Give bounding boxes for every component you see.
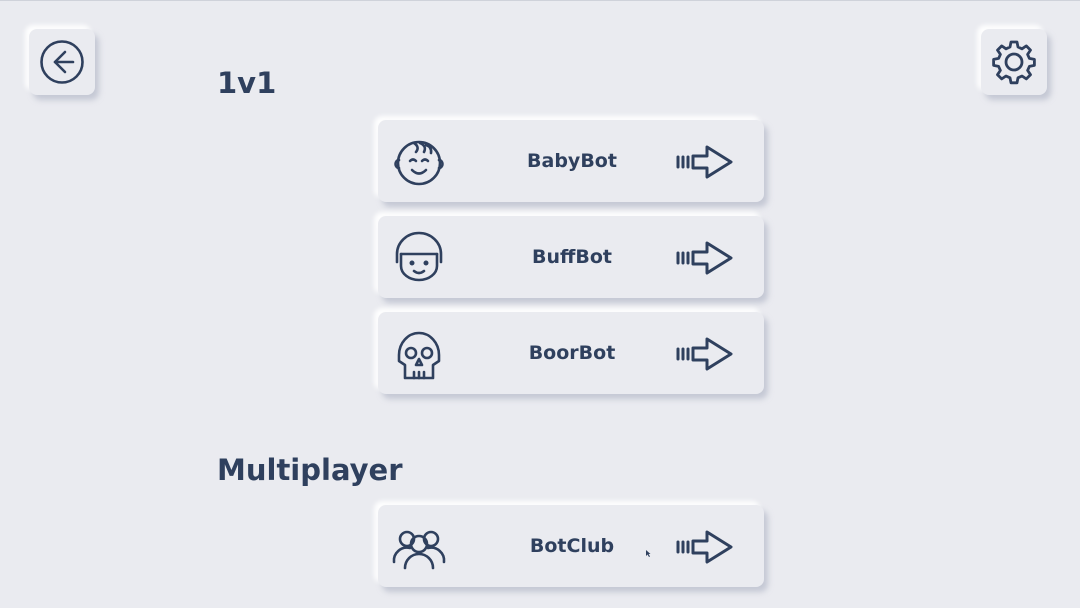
arrow-right-icon bbox=[676, 241, 733, 275]
arrow-right-icon bbox=[676, 337, 733, 371]
baby-face-icon bbox=[394, 140, 444, 186]
back-button[interactable] bbox=[29, 29, 95, 95]
gear-icon bbox=[992, 40, 1036, 85]
bot-name-buffbot: BuffBot bbox=[531, 246, 613, 268]
settings-button[interactable] bbox=[981, 29, 1047, 95]
bot-name-babybot: BabyBot bbox=[527, 150, 617, 172]
top-divider bbox=[0, 0, 1080, 1]
bot-card-botclub[interactable]: BotClub bbox=[378, 505, 764, 587]
helmet-face-icon bbox=[395, 231, 443, 282]
section-title-multiplayer: Multiplayer bbox=[217, 453, 403, 487]
arrow-right-icon bbox=[676, 530, 733, 564]
skull-icon bbox=[397, 331, 441, 380]
bot-card-babybot[interactable]: BabyBot bbox=[378, 120, 764, 202]
bot-card-boorbot[interactable]: BoorBot bbox=[378, 312, 764, 394]
section-title-1v1: 1v1 bbox=[217, 66, 277, 100]
arrow-right-icon bbox=[676, 145, 733, 179]
bot-card-buffbot[interactable]: BuffBot bbox=[378, 216, 764, 298]
mouse-cursor-icon bbox=[646, 550, 651, 557]
bot-name-boorbot: BoorBot bbox=[528, 342, 616, 364]
bot-name-botclub: BotClub bbox=[529, 535, 615, 557]
group-icon bbox=[392, 530, 446, 570]
arrow-left-circle-icon bbox=[40, 40, 84, 84]
